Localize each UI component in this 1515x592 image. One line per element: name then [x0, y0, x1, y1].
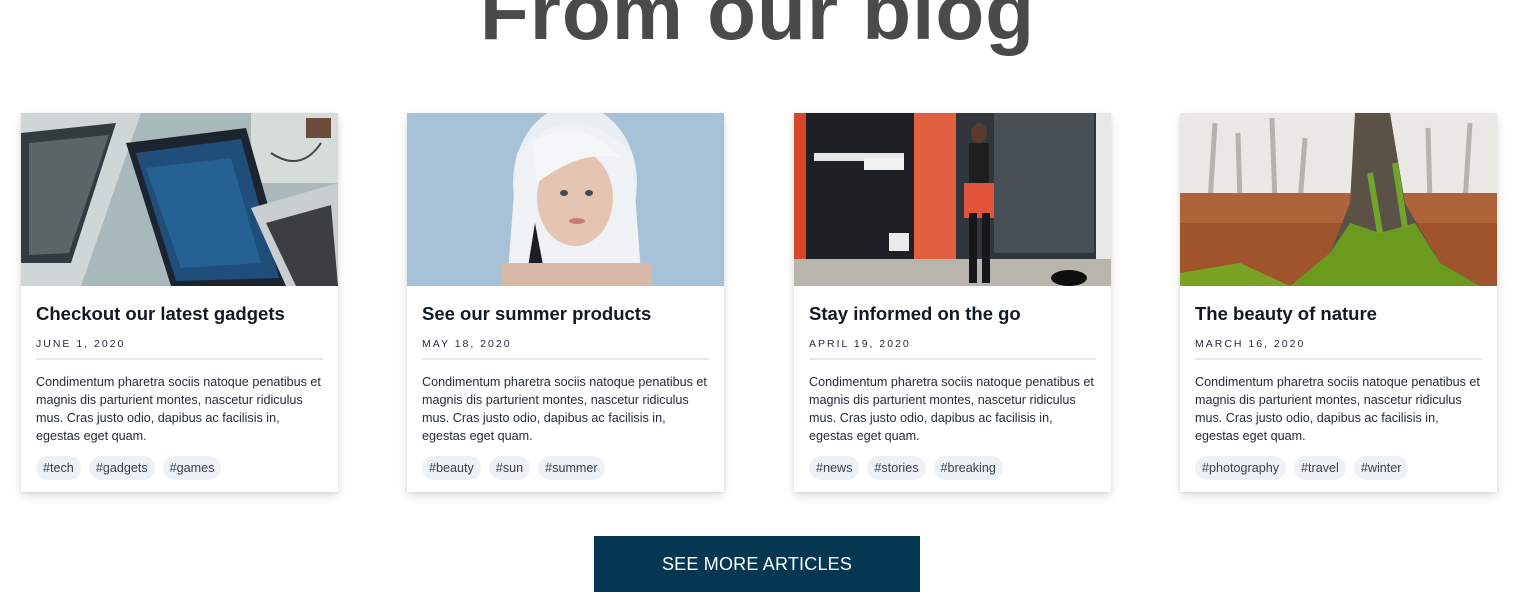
- tag[interactable]: #summer: [538, 455, 605, 480]
- card-date: JUNE 1, 2020: [36, 338, 126, 351]
- card-divider: [1195, 357, 1482, 360]
- tag[interactable]: #photography: [1195, 455, 1287, 480]
- card-divider: [36, 357, 323, 360]
- card-title[interactable]: The beauty of nature: [1195, 303, 1482, 325]
- tag[interactable]: #travel: [1294, 455, 1346, 480]
- card-image-street[interactable]: [794, 113, 1111, 286]
- tag[interactable]: #news: [809, 455, 860, 480]
- tag[interactable]: #tech: [36, 455, 81, 480]
- card-excerpt: Condimentum pharetra sociis natoque pena…: [809, 374, 1094, 443]
- see-more-articles-button[interactable]: SEE MORE ARTICLES: [594, 536, 920, 592]
- tag[interactable]: #stories: [867, 455, 926, 480]
- card-date: MARCH 16, 2020: [1195, 338, 1306, 351]
- card-date: APRIL 19, 2020: [809, 338, 911, 351]
- tag-list: #tech #gadgets #games: [36, 455, 323, 480]
- tag-list: #news #stories #breaking: [809, 455, 1096, 480]
- section-title: From our blog: [479, 0, 1036, 56]
- card-title[interactable]: Checkout our latest gadgets: [36, 303, 323, 325]
- card-title[interactable]: See our summer products: [422, 303, 709, 325]
- tag-list: #photography #travel #winter: [1195, 455, 1482, 480]
- card-excerpt: Condimentum pharetra sociis natoque pena…: [422, 374, 707, 443]
- blog-card[interactable]: Stay informed on the go APRIL 19, 2020 C…: [794, 113, 1111, 492]
- card-excerpt: Condimentum pharetra sociis natoque pena…: [1195, 374, 1480, 443]
- card-divider: [809, 357, 1096, 360]
- tag[interactable]: #winter: [1353, 455, 1409, 480]
- tag[interactable]: #sun: [488, 455, 531, 480]
- blog-card[interactable]: Checkout our latest gadgets JUNE 1, 2020…: [21, 113, 338, 492]
- tag[interactable]: #games: [162, 455, 222, 480]
- tag[interactable]: #breaking: [933, 455, 1003, 480]
- card-image-portrait[interactable]: [407, 113, 724, 286]
- tag-list: #beauty #sun #summer: [422, 455, 709, 480]
- card-divider: [422, 357, 709, 360]
- card-date: MAY 18, 2020: [422, 338, 512, 351]
- card-image-forest[interactable]: [1180, 113, 1497, 286]
- card-title[interactable]: Stay informed on the go: [809, 303, 1096, 325]
- card-excerpt: Condimentum pharetra sociis natoque pena…: [36, 374, 321, 443]
- tag[interactable]: #beauty: [422, 455, 481, 480]
- card-image-laptop[interactable]: [21, 113, 338, 286]
- blog-card[interactable]: The beauty of nature MARCH 16, 2020 Cond…: [1180, 113, 1497, 492]
- blog-card[interactable]: See our summer products MAY 18, 2020 Con…: [407, 113, 724, 492]
- tag[interactable]: #gadgets: [88, 455, 155, 480]
